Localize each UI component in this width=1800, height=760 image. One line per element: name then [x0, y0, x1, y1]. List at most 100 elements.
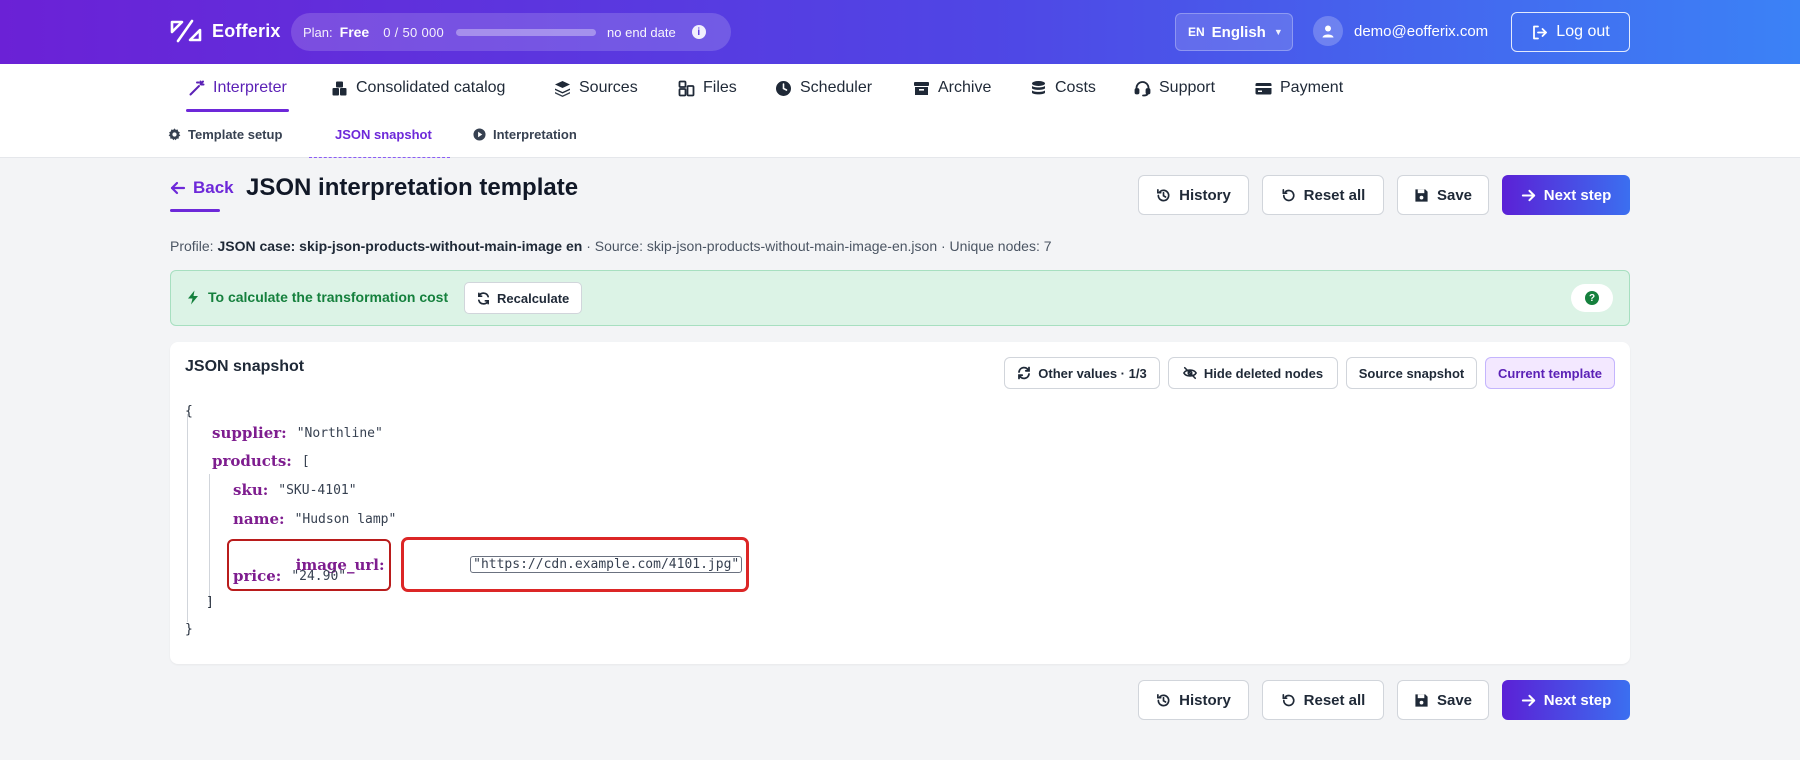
main-nav: Interpreter Consolidated catalog Sources… [0, 64, 1800, 112]
arrow-left-icon [170, 181, 186, 195]
json-snapshot-title: JSON snapshot [185, 358, 305, 375]
gear-icon [168, 128, 181, 141]
catalog-icon [332, 81, 347, 95]
current-template-label: Current template [1497, 365, 1603, 381]
profile-label: Profile: [170, 238, 214, 254]
floppy-disk-icon [1415, 693, 1428, 707]
app-logo[interactable]: Eofferix [170, 18, 281, 44]
nav-item-files[interactable]: Files [678, 64, 737, 112]
nav-item-label: Archive [938, 79, 992, 96]
recalculate-label: Recalculate [497, 290, 570, 306]
reset-all-button-top[interactable]: Reset all [1262, 175, 1384, 215]
json-key: price: [233, 567, 282, 585]
plan-widget: Plan: Free 0 / 50 000 no end date i [291, 13, 731, 51]
indent-guide-products [209, 474, 210, 602]
refresh-icon [478, 291, 489, 305]
json-value: "https://cdn.example.com/4101.jpg" [470, 556, 743, 573]
other-values-button[interactable]: Other values · 1/3 [1004, 357, 1160, 389]
sub-nav: Template setup JSON snapshot Interpretat… [0, 112, 1800, 158]
nav-item-interpreter[interactable]: Interpreter [186, 64, 289, 112]
indent-guide-root [187, 414, 188, 622]
info-icon[interactable]: i [691, 25, 706, 39]
save-button-bottom[interactable]: Save [1397, 680, 1489, 720]
json-open-bracket: [ [301, 453, 310, 469]
coins-icon [1032, 80, 1045, 94]
tab-label: Template setup [188, 127, 283, 142]
next-step-label: Next step [1543, 186, 1612, 204]
files-icon [678, 80, 695, 96]
json-node-price[interactable]: price: "24.90" [233, 567, 346, 585]
source-snapshot-button[interactable]: Source snapshot [1346, 357, 1477, 389]
help-icon: ? [1585, 291, 1599, 305]
history-button-top[interactable]: History [1138, 175, 1249, 215]
history-icon [1157, 188, 1170, 201]
json-node-products[interactable]: products: [ [212, 452, 310, 470]
layers-icon [555, 80, 570, 97]
next-step-button-top[interactable]: Next step [1502, 175, 1630, 215]
nav-item-label: Payment [1280, 79, 1344, 96]
json-node-name[interactable]: name: "Hudson lamp" [233, 510, 396, 528]
history-label: History [1179, 691, 1231, 709]
profile-name: JSON case: skip-json-products-without-ma… [217, 238, 583, 254]
cost-banner-message: To calculate the transformation cost [187, 289, 448, 305]
nav-item-label: Consolidated catalog [356, 79, 506, 96]
next-step-button-bottom[interactable]: Next step [1502, 680, 1630, 720]
json-open-brace: { [185, 404, 193, 419]
hide-deleted-nodes-button[interactable]: Hide deleted nodes [1168, 357, 1338, 389]
back-underline [170, 209, 220, 212]
json-node-sku[interactable]: sku: "SKU-4101" [233, 481, 357, 499]
tab-interpretation[interactable]: Interpretation [473, 112, 577, 157]
profile-details: · Source: skip-json-products-without-mai… [586, 238, 1052, 254]
reset-all-button-bottom[interactable]: Reset all [1262, 680, 1384, 720]
magic-wand-icon [189, 80, 205, 95]
nav-item-sources[interactable]: Sources [554, 64, 638, 112]
nav-item-payment[interactable]: Payment [1255, 64, 1343, 112]
arrow-right-icon [1521, 189, 1535, 201]
nav-item-costs[interactable]: Costs [1030, 64, 1096, 112]
nav-item-label: Sources [579, 79, 638, 96]
app-name: Eofferix [212, 20, 281, 41]
save-button-top[interactable]: Save [1397, 175, 1489, 215]
play-circle-icon [473, 128, 486, 141]
back-link[interactable]: Back [170, 178, 234, 198]
next-step-label: Next step [1543, 691, 1612, 709]
json-close-brace: } [185, 622, 193, 637]
json-key: sku: [233, 481, 269, 499]
reset-all-label: Reset all [1303, 691, 1366, 709]
undo-icon [1282, 188, 1295, 201]
recalculate-button[interactable]: Recalculate [464, 282, 583, 314]
nav-item-archive[interactable]: Archive [913, 64, 991, 112]
headset-icon [1134, 80, 1151, 96]
logout-button[interactable]: Log out [1511, 12, 1630, 52]
help-button[interactable]: ? [1571, 284, 1613, 312]
user-avatar-icon [1313, 16, 1343, 46]
caret-down-icon: ▼ [1273, 27, 1283, 37]
highlighted-value[interactable]: "https://cdn.example.com/4101.jpg" [400, 537, 750, 592]
json-value: "24.90" [291, 568, 347, 584]
back-label: Back [193, 178, 234, 197]
user-menu[interactable]: demo@eofferix.com [1313, 16, 1488, 46]
json-value: "Northline" [296, 425, 383, 441]
json-value: "Hudson lamp" [294, 511, 397, 527]
arrow-right-icon [1521, 694, 1535, 706]
lightning-icon [188, 290, 198, 304]
history-icon [1157, 693, 1170, 706]
language-code: EN [1188, 25, 1205, 39]
profile-info: Profile: JSON case: skip-json-products-w… [170, 238, 1052, 254]
nav-item-support[interactable]: Support [1134, 64, 1215, 112]
tab-template-setup[interactable]: Template setup [168, 112, 282, 157]
json-node-supplier[interactable]: supplier: "Northline" [212, 424, 383, 442]
top-bar: Eofferix Plan: Free 0 / 50 000 no end da… [0, 0, 1800, 64]
nav-item-scheduler[interactable]: Scheduler [775, 64, 872, 112]
archive-icon [914, 81, 929, 95]
language-name: English [1211, 23, 1266, 41]
tab-label: Interpretation [493, 127, 577, 142]
plan-tier: Free [339, 24, 370, 40]
plan-end-date: no end date [607, 24, 676, 40]
language-select[interactable]: EN English ▼ [1175, 13, 1293, 51]
history-button-bottom[interactable]: History [1138, 680, 1249, 720]
tab-json-snapshot[interactable]: JSON snapshot [309, 112, 450, 158]
nav-item-consolidated-catalog[interactable]: Consolidated catalog [331, 64, 505, 112]
current-template-button[interactable]: Current template [1485, 357, 1615, 389]
json-value: "SKU-4101" [278, 482, 357, 498]
